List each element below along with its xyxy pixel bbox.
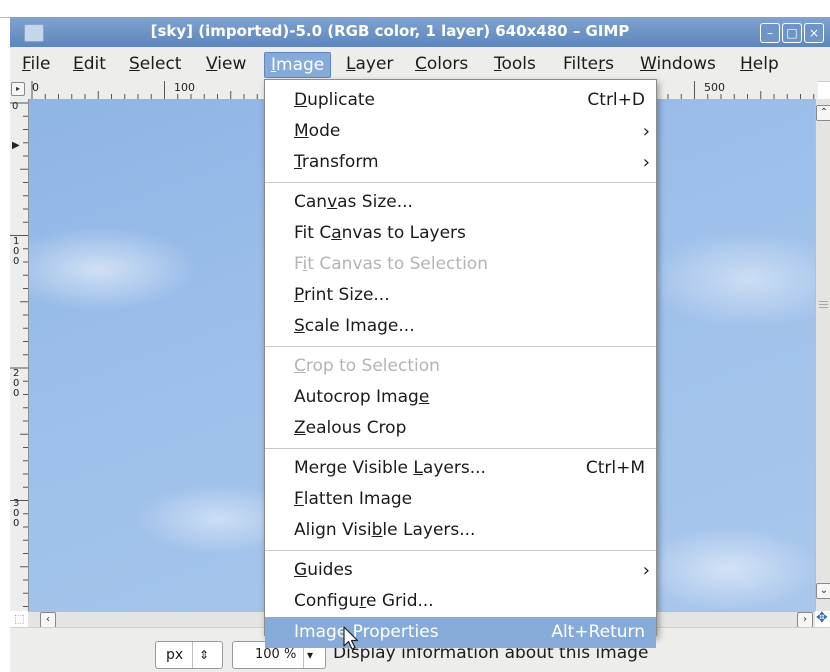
ruler-corner[interactable]: ▸ <box>10 81 28 99</box>
v-ruler-label-200: 200 <box>13 368 20 399</box>
menu-item-scale-image[interactable]: Scale Image... <box>265 311 656 342</box>
menu-item-crop-to-selection: Crop to Selection <box>265 351 656 382</box>
minimize-button[interactable]: – <box>760 23 780 43</box>
menu-item-label: Merge Visible Layers... <box>294 458 486 478</box>
menu-item-canvas-size[interactable]: Canvas Size... <box>265 187 656 218</box>
submenu-arrow-icon: › <box>642 152 650 173</box>
menu-item-transform[interactable]: Transform › <box>265 147 656 178</box>
menu-item-label: Autocrop Image <box>294 387 430 407</box>
menu-item-label: Canvas Size... <box>294 192 413 212</box>
menu-item-merge-visible-layers[interactable]: Merge Visible Layers... Ctrl+M <box>265 453 656 484</box>
menu-view[interactable]: View <box>200 52 252 76</box>
maximize-button[interactable]: □ <box>782 23 802 43</box>
submenu-arrow-icon: › <box>642 121 650 142</box>
scroll-up-button[interactable]: ⌃ <box>816 105 830 121</box>
menu-item-autocrop-image[interactable]: Autocrop Image <box>265 382 656 413</box>
chevron-left-icon: ‹ <box>46 614 50 625</box>
menu-separator <box>265 448 656 449</box>
menu-item-label: Guides <box>294 560 353 580</box>
menu-item-label: Fit Canvas to Layers <box>294 223 466 243</box>
menu-item-guides[interactable]: Guides › <box>265 555 656 586</box>
menu-item-align-visible-layers[interactable]: Align Visible Layers... <box>265 515 656 546</box>
unit-selector[interactable]: px ⇕ <box>155 641 223 669</box>
h-ruler-label-500: 500 <box>704 81 725 94</box>
submenu-arrow-icon: › <box>642 560 650 581</box>
menu-item-label: Image Properties <box>294 622 439 642</box>
menu-item-flatten-image[interactable]: Flatten Image <box>265 484 656 515</box>
window-title-bar[interactable]: [sky] (imported)-5.0 (RGB color, 1 layer… <box>10 17 830 47</box>
quick-mask-icon[interactable]: ⬚ <box>14 612 24 625</box>
close-button[interactable]: × <box>804 23 824 43</box>
menu-item-print-size[interactable]: Print Size... <box>265 280 656 311</box>
guide-marker-icon: ▶ <box>12 140 20 151</box>
menu-item-label: Duplicate <box>294 90 375 110</box>
vertical-ruler-ticks <box>10 102 28 607</box>
v-ruler-label-300: 300 <box>13 498 20 529</box>
menu-tools[interactable]: Tools <box>488 52 542 76</box>
close-icon: × <box>808 26 820 40</box>
menu-help[interactable]: Help <box>734 52 785 76</box>
window-title: [sky] (imported)-5.0 (RGB color, 1 layer… <box>150 22 630 40</box>
scroll-left-button[interactable]: ‹ <box>40 612 56 628</box>
menu-item-label: Flatten Image <box>294 489 413 509</box>
menu-separator <box>265 346 656 347</box>
h-ruler-label-0: 0 <box>32 81 39 94</box>
menu-item-label: Mode <box>294 121 341 141</box>
v-ruler-label-0: 0 <box>12 101 19 112</box>
menu-separator <box>265 182 656 183</box>
menu-file[interactable]: File <box>16 52 56 76</box>
navigate-icon[interactable]: ✥ <box>816 610 828 626</box>
vertical-ruler[interactable]: 0 100 200 300 ▶ <box>10 99 29 611</box>
menu-item-shortcut: Ctrl+D <box>587 90 645 110</box>
menu-item-zealous-crop[interactable]: Zealous Crop <box>265 413 656 444</box>
menu-separator <box>265 550 656 551</box>
menu-item-mode[interactable]: Mode › <box>265 116 656 147</box>
scroll-right-button[interactable]: › <box>797 612 813 628</box>
menu-colors[interactable]: Colors <box>409 52 474 76</box>
image-menu-dropdown: Duplicate Ctrl+D Mode › Transform › Canvas Siz… <box>264 79 657 648</box>
menu-edit[interactable]: Edit <box>67 52 112 76</box>
menu-item-label: Fit Canvas to Selection <box>294 254 488 274</box>
menu-item-label: Transform <box>294 152 379 172</box>
menu-item-fit-canvas-to-selection: Fit Canvas to Selection <box>265 249 656 280</box>
menu-item-image-properties[interactable]: Image Properties Alt+Return <box>265 617 656 648</box>
minimize-icon: – <box>767 26 773 40</box>
menu-item-fit-canvas-to-layers[interactable]: Fit Canvas to Layers <box>265 218 656 249</box>
vertical-scrollbar[interactable]: ⌃ ⌄ <box>815 99 830 611</box>
menu-item-label: Zealous Crop <box>294 418 407 438</box>
scroll-down-button[interactable]: ⌄ <box>816 583 830 599</box>
menu-item-label: Print Size... <box>294 285 390 305</box>
mouse-cursor-icon <box>343 626 359 650</box>
menu-item-label: Configure Grid... <box>294 591 434 611</box>
menu-windows[interactable]: Windows <box>634 52 722 76</box>
maximize-icon: □ <box>786 26 798 40</box>
menu-item-label: Scale Image... <box>294 316 415 336</box>
chevron-up-icon: ⌃ <box>819 107 829 118</box>
spin-arrows-icon: ⇕ <box>199 648 210 662</box>
menu-item-shortcut: Ctrl+M <box>585 458 645 478</box>
menu-image[interactable]: Image <box>264 52 332 78</box>
menu-item-shortcut: Alt+Return <box>551 622 645 642</box>
menu-item-label: Crop to Selection <box>294 356 440 376</box>
unit-value: px <box>166 647 184 663</box>
menu-item-configure-grid[interactable]: Configure Grid... <box>265 586 656 617</box>
chevron-down-icon: ⌄ <box>819 585 829 596</box>
chevron-right-icon: › <box>803 614 807 625</box>
scrollbar-thumb[interactable] <box>819 289 828 319</box>
menu-item-label: Align Visible Layers... <box>294 520 476 540</box>
menu-item-duplicate[interactable]: Duplicate Ctrl+D <box>265 85 656 116</box>
desktop-top-strip <box>0 0 830 18</box>
v-ruler-label-100: 100 <box>13 236 20 267</box>
menu-layer[interactable]: Layer <box>340 52 399 76</box>
menu-select[interactable]: Select <box>123 52 187 76</box>
menu-filters[interactable]: Filters <box>557 52 620 76</box>
menu-bar: File Edit Select View Image Layer Colors… <box>10 47 830 82</box>
menu-arrow-icon: ▸ <box>11 82 25 96</box>
h-ruler-label-100: 100 <box>174 81 195 94</box>
